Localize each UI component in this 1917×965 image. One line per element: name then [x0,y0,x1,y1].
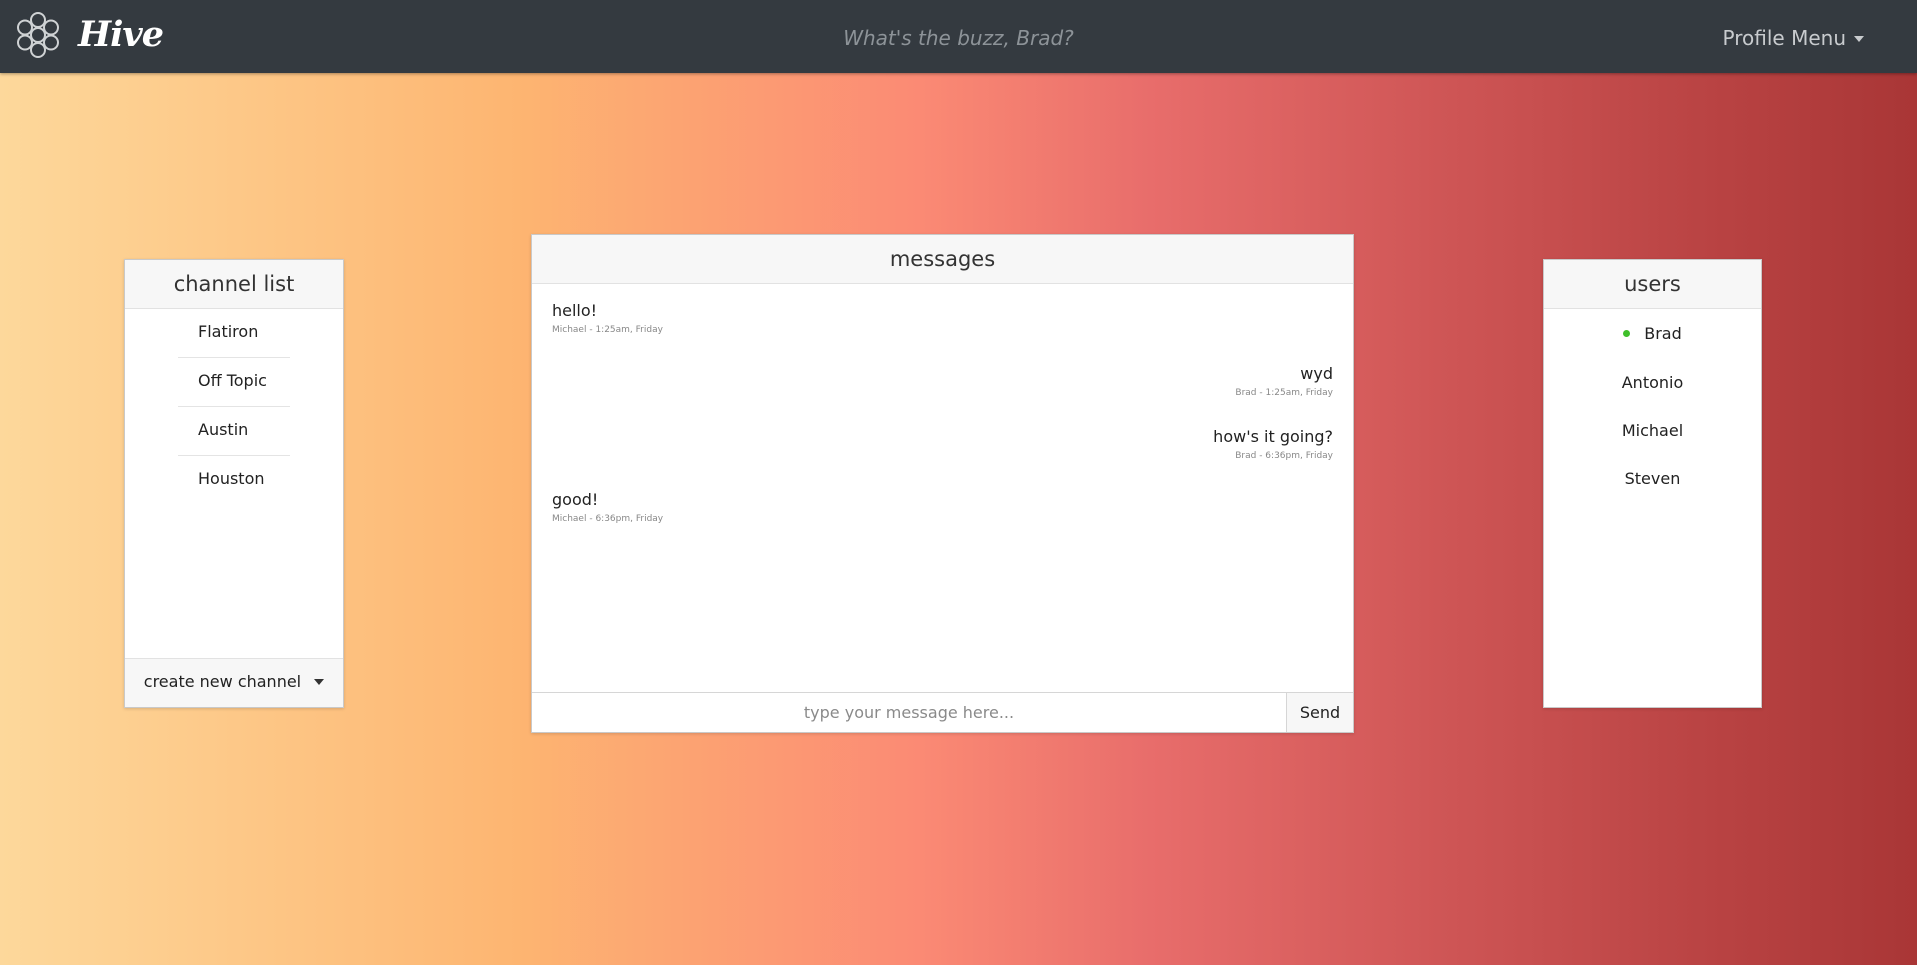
message-list: hello! Michael - 1:25am, Friday wyd Brad… [532,284,1353,690]
profile-menu-dropdown[interactable]: Profile Menu [1723,26,1864,50]
user-name: Steven [1624,469,1681,488]
messages-panel: messages hello! Michael - 1:25am, Friday… [531,234,1354,733]
messages-title: messages [532,235,1353,284]
channel-item-houston[interactable]: Houston [178,456,290,505]
channel-list-title: channel list [125,260,343,309]
message-item: wyd Brad - 1:25am, Friday [1235,364,1333,398]
channel-list-panel: channel list Flatiron Off Topic Austin H… [124,259,344,708]
message-item: hello! Michael - 1:25am, Friday [552,301,663,335]
message-meta: Michael - 6:36pm, Friday [552,514,664,524]
user-name: Michael [1621,421,1684,440]
channel-item-austin[interactable]: Austin [178,407,290,456]
message-text: hello! [552,301,598,320]
message-text: good! [552,490,599,509]
caret-down-icon [314,678,325,685]
message-meta: Brad - 6:36pm, Friday [1235,451,1333,461]
message-item: how's it going? Brad - 6:36pm, Friday [1213,427,1333,461]
tagline: What's the buzz, Brad? [843,26,1074,50]
message-meta: Michael - 1:25am, Friday [552,325,663,335]
message-item: good! Michael - 6:36pm, Friday [552,490,663,524]
user-item-michael[interactable]: Michael [1544,407,1761,455]
user-item-antonio[interactable]: Antonio [1544,359,1761,407]
users-title: users [1544,260,1761,309]
message-text: how's it going? [1213,427,1333,446]
online-status-icon [1623,329,1631,337]
channel-list: Flatiron Off Topic Austin Houston [125,309,343,505]
user-item-steven[interactable]: Steven [1544,455,1761,503]
send-button[interactable]: Send [1287,693,1353,732]
navbar: Hive What's the buzz, Brad? Profile Menu [0,0,1917,73]
message-composer: Send [532,692,1353,732]
message-meta: Brad - 1:25am, Friday [1235,388,1333,398]
create-channel-label: create new channel [143,672,302,691]
user-name: Antonio [1621,373,1684,392]
create-channel-dropdown[interactable]: create new channel [125,658,343,707]
users-panel: users Brad Antonio Michael Steven [1543,259,1762,708]
channel-item-off-topic[interactable]: Off Topic [178,358,290,407]
user-name: Brad [1644,324,1682,343]
message-text: wyd [1300,364,1333,383]
message-input[interactable] [532,693,1287,732]
user-item-brad[interactable]: Brad [1544,309,1761,359]
user-list: Brad Antonio Michael Steven [1544,309,1761,503]
caret-down-icon [1854,36,1864,42]
channel-item-flatiron[interactable]: Flatiron [178,309,290,358]
profile-menu-label: Profile Menu [1722,26,1846,50]
